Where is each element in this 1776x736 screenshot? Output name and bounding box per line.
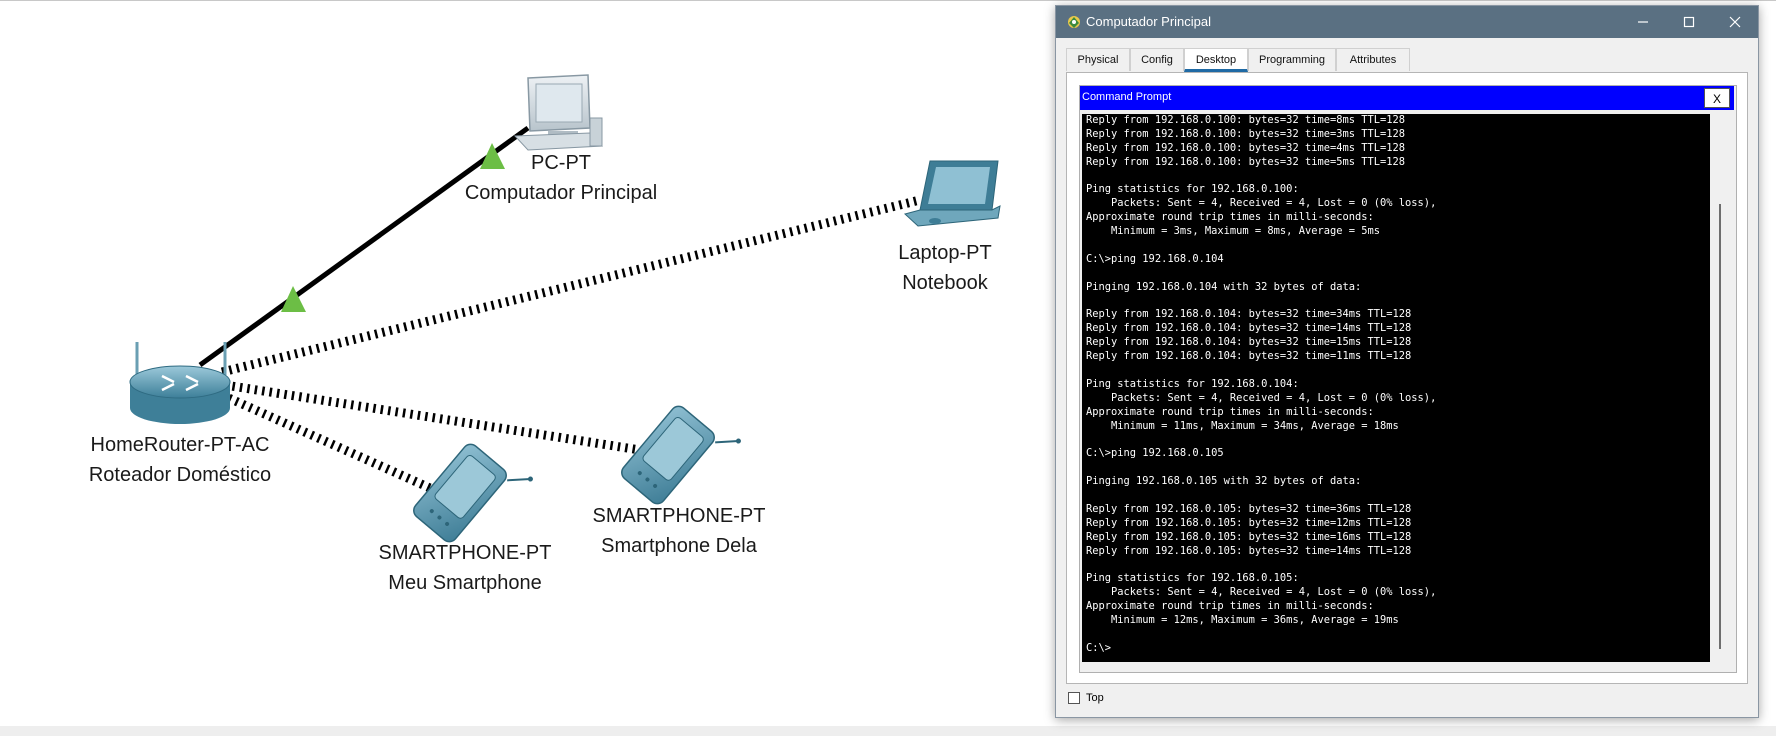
terminal-line: Minimum = 3ms, Maximum = 8ms, Average = … — [1086, 225, 1381, 238]
workspace-bottom-strip — [0, 726, 1776, 736]
device-name: Computador Principal — [464, 182, 658, 204]
terminal-line: Reply from 192.168.0.105: bytes=32 time=… — [1086, 516, 1412, 529]
terminal-line: Reply from 192.168.0.100: bytes=32 time=… — [1086, 155, 1406, 168]
terminal-line: Reply from 192.168.0.104: bytes=32 time=… — [1086, 322, 1412, 335]
device-model: PC-PT — [531, 152, 591, 174]
device-name: Meu Smartphone — [388, 572, 542, 594]
command-prompt-header: Command Prompt X — [1080, 86, 1734, 110]
device-label-smartphone-dela: SMARTPHONE-PT Smartphone Dela — [584, 501, 774, 561]
device-window[interactable]: Computador Principal Physical Config Des… — [1055, 5, 1759, 718]
terminal-line: Reply from 192.168.0.105: bytes=32 time=… — [1086, 530, 1412, 543]
tab-attributes[interactable]: Attributes — [1336, 48, 1410, 71]
wireless-link-laptop[interactable] — [220, 195, 922, 377]
terminal-output[interactable]: Reply from 192.168.0.100: bytes=32 time=… — [1082, 114, 1710, 662]
terminal-line: Reply from 192.168.0.104: bytes=32 time=… — [1086, 350, 1412, 363]
terminal-line: C:\>ping 192.168.0.105 — [1086, 447, 1224, 460]
window-titlebar[interactable]: Computador Principal — [1056, 6, 1758, 38]
device-name: Roteador Doméstico — [88, 464, 272, 486]
terminal-line: Reply from 192.168.0.105: bytes=32 time=… — [1086, 502, 1412, 515]
close-icon — [1729, 16, 1741, 28]
device-label-pc: PC-PT Computador Principal — [450, 148, 672, 208]
device-name: Smartphone Dela — [601, 535, 757, 557]
terminal-line: Reply from 192.168.0.104: bytes=32 time=… — [1086, 336, 1412, 349]
terminal-line: C:\> — [1086, 641, 1112, 654]
pc-icon[interactable] — [513, 74, 604, 151]
terminal-line: Approximate round trip times in milli-se… — [1086, 211, 1374, 224]
device-model: SMARTPHONE-PT — [592, 505, 766, 527]
laptop-icon[interactable] — [903, 160, 1001, 227]
desktop-content: Command Prompt X Reply from 192.168.0.10… — [1066, 72, 1748, 684]
minimize-icon — [1638, 21, 1648, 23]
terminal-line: Ping statistics for 192.168.0.104: — [1086, 377, 1299, 390]
terminal-line: Packets: Sent = 4, Received = 4, Lost = … — [1086, 391, 1437, 404]
terminal-line: Pinging 192.168.0.105 with 32 bytes of d… — [1086, 475, 1362, 488]
terminal-scrollbar[interactable] — [1712, 114, 1732, 662]
terminal-line: Packets: Sent = 4, Received = 4, Lost = … — [1086, 586, 1437, 599]
terminal-line: Ping statistics for 192.168.0.105: — [1086, 572, 1299, 585]
terminal-line: Approximate round trip times in milli-se… — [1086, 405, 1374, 418]
maximize-button[interactable] — [1666, 6, 1712, 38]
packet-tracer-app-icon — [1068, 16, 1080, 28]
terminal-line: Packets: Sent = 4, Received = 4, Lost = … — [1086, 197, 1437, 210]
tab-desktop[interactable]: Desktop — [1184, 48, 1248, 72]
device-label-router: HomeRouter-PT-AC Roteador Doméstico — [80, 430, 280, 490]
terminal-line: Reply from 192.168.0.100: bytes=32 time=… — [1086, 127, 1406, 140]
device-model: Laptop-PT — [898, 242, 992, 264]
terminal-line: Reply from 192.168.0.105: bytes=32 time=… — [1086, 544, 1412, 557]
maximize-icon — [1683, 16, 1695, 28]
device-model: SMARTPHONE-PT — [378, 542, 552, 564]
terminal-line: Reply from 192.168.0.100: bytes=32 time=… — [1086, 114, 1406, 126]
terminal-line: Reply from 192.168.0.104: bytes=32 time=… — [1086, 308, 1412, 321]
tab-programming[interactable]: Programming — [1248, 48, 1336, 71]
tab-config[interactable]: Config — [1130, 48, 1184, 71]
top-checkbox-label: Top — [1086, 692, 1104, 704]
tab-physical[interactable]: Physical — [1066, 48, 1130, 71]
window-title: Computador Principal — [1086, 14, 1212, 29]
terminal-line: Minimum = 12ms, Maximum = 36ms, Average … — [1086, 614, 1399, 627]
terminal-line: Ping statistics for 192.168.0.100: — [1086, 183, 1299, 196]
device-label-meu-smartphone: SMARTPHONE-PT Meu Smartphone — [370, 538, 560, 598]
command-prompt-title: Command Prompt — [1082, 91, 1172, 103]
terminal-line: C:\>ping 192.168.0.104 — [1086, 252, 1224, 265]
scrollbar-thumb[interactable] — [1719, 204, 1721, 649]
close-button[interactable] — [1712, 6, 1758, 38]
device-model: HomeRouter-PT-AC — [90, 434, 270, 456]
device-name: Notebook — [902, 272, 988, 294]
minimize-button[interactable] — [1620, 6, 1666, 38]
terminal-line: Approximate round trip times in milli-se… — [1086, 600, 1374, 613]
command-prompt-close-button[interactable]: X — [1704, 88, 1730, 108]
terminal-line: Reply from 192.168.0.100: bytes=32 time=… — [1086, 141, 1406, 154]
terminal-line: Pinging 192.168.0.104 with 32 bytes of d… — [1086, 280, 1362, 293]
top-checkbox[interactable] — [1068, 692, 1080, 704]
terminal-line: Minimum = 11ms, Maximum = 34ms, Average … — [1086, 419, 1399, 432]
wireless-link-smartphone-dela[interactable] — [224, 380, 641, 455]
device-label-laptop: Laptop-PT Notebook — [880, 238, 1010, 298]
command-prompt-panel: Command Prompt X Reply from 192.168.0.10… — [1079, 85, 1737, 673]
